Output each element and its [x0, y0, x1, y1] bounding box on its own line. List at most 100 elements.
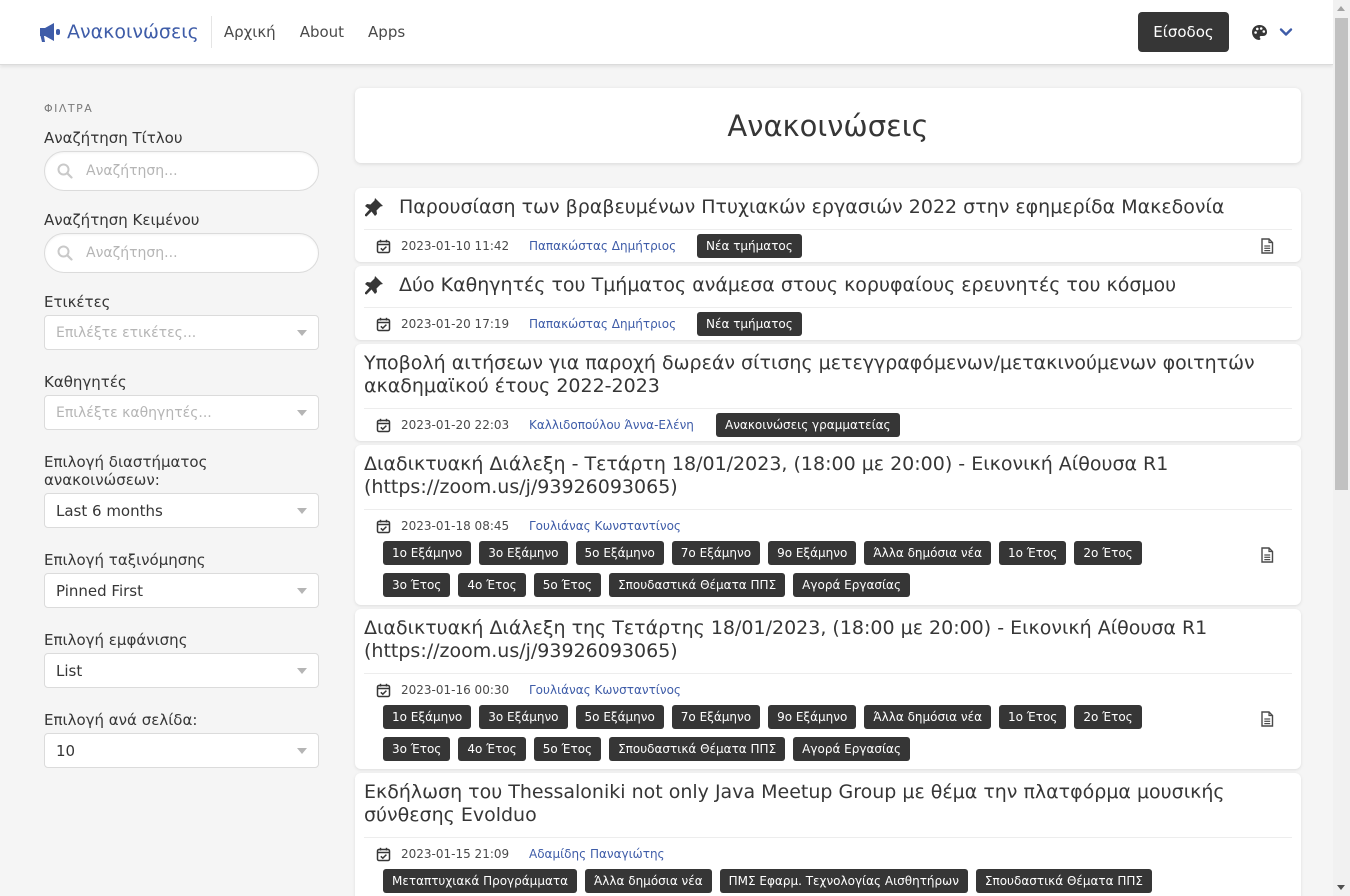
document-icon[interactable] [1260, 547, 1274, 563]
tag-badge[interactable]: Μεταπτυχιακά Προγράμματα [383, 869, 577, 893]
tag-badge[interactable]: 1ο Εξάμηνο [383, 541, 472, 565]
announcement-author[interactable]: Αδαμίδης Παναγιώτης [529, 847, 665, 861]
tag-badge[interactable]: Άλλα δημόσια νέα [585, 869, 712, 893]
period-label: Επιλογή διαστήματος ανακοινώσεων: [44, 453, 208, 489]
text-search-label: Αναζήτηση Κειμένου [44, 211, 200, 229]
announcement-meta: 2023-01-20 22:03 Καλλιδοπούλου Άννα-Ελένη… [364, 408, 1292, 441]
tag-badge[interactable]: Σπουδαστικά Θέματα ΠΠΣ [609, 573, 786, 597]
announcement-author[interactable]: Παπακώστας Δημήτριος [529, 239, 697, 253]
announcement-date: 2023-01-10 11:42 [401, 239, 510, 253]
scroll-up-arrow-icon[interactable] [1337, 6, 1345, 11]
tag-badge[interactable]: ΠΜΣ Εφαρμ. Τεχνολογίας Αισθητήρων [719, 869, 968, 893]
tag-badge[interactable]: 1ο Εξάμηνο [383, 705, 472, 729]
calendar-check-icon [376, 418, 391, 432]
tag-badge[interactable]: 3ο Εξάμηνο [479, 541, 568, 565]
text-search-input[interactable] [86, 245, 286, 261]
tags-select[interactable]: Επιλέξτε ετικέτες... [44, 315, 319, 350]
tag-badge[interactable]: 5ο Εξάμηνο [575, 705, 664, 729]
announcement-title[interactable]: Δύο Καθηγητές του Τμήματος ανάμεσα στους… [399, 274, 1292, 297]
page-title-card: Ανακοινώσεις [355, 88, 1301, 163]
tag-badge[interactable]: 3ο Εξάμηνο [479, 705, 568, 729]
announcement-card[interactable]: Παρουσίαση των βραβευμένων Πτυχιακών εργ… [355, 188, 1301, 262]
tag-badge[interactable]: 5ο Έτος [533, 573, 602, 597]
tag-badge[interactable]: Νέα τμήματος [697, 234, 802, 258]
tag-badge[interactable]: 2ο Έτος [1074, 541, 1142, 565]
tag-badge[interactable]: 5ο Εξάμηνο [575, 541, 664, 565]
announcement-title-row: Διαδικτυακή Διάλεξη της Τετάρτης 18/01/2… [364, 617, 1292, 663]
palette-icon [1252, 24, 1267, 40]
tag-badge[interactable]: Σπουδαστικά Θέματα ΠΠΣ [609, 737, 786, 761]
title-search-field[interactable] [44, 151, 319, 191]
tag-badge[interactable]: 2ο Έτος [1074, 705, 1142, 729]
nav-link-about[interactable]: About [300, 23, 344, 41]
tag-badge[interactable]: Άλλα δημόσια νέα [864, 705, 991, 729]
display-select[interactable]: List [44, 653, 319, 688]
announcement-title[interactable]: Παρουσίαση των βραβευμένων Πτυχιακών εργ… [399, 196, 1292, 219]
period-select[interactable]: Last 6 months [44, 493, 319, 528]
nav-link-apps[interactable]: Apps [368, 23, 405, 41]
tag-badge[interactable]: 3ο Έτος [383, 737, 451, 761]
tag-badge[interactable]: Σπουδαστικά Θέματα ΠΠΣ [975, 869, 1152, 893]
announcement-title[interactable]: Υποβολή αιτήσεων για παροχή δωρεάν σίτισ… [364, 352, 1292, 398]
theme-dropdown[interactable] [1251, 24, 1293, 41]
tag-badge[interactable]: 1ο Έτος [998, 541, 1067, 565]
tag-badge[interactable]: 1ο Έτος [998, 705, 1067, 729]
calendar-check-icon [376, 847, 391, 861]
tag-badge[interactable]: Αγορά Εργασίας [793, 573, 910, 597]
announcement-meta-row: 2023-01-18 08:45 Γουλιάνας Κωνσταντίνος [376, 514, 1292, 538]
document-icon[interactable] [1260, 238, 1274, 254]
tag-badge[interactable]: Άλλα δημόσια νέα [864, 541, 991, 565]
tag-badge[interactable]: 7ο Εξάμηνο [671, 705, 761, 729]
announcement-title[interactable]: Διαδικτυακή Διάλεξη της Τετάρτης 18/01/2… [364, 617, 1292, 663]
tag-badge[interactable]: Ανακοινώσεις γραμματείας [716, 413, 900, 437]
caret-down-icon [297, 667, 307, 674]
search-icon [57, 245, 73, 261]
announcement-card[interactable]: Διαδικτυακή Διάλεξη της Τετάρτης 18/01/2… [355, 609, 1301, 769]
announcement-date: 2023-01-18 08:45 [401, 519, 510, 533]
announcement-title-row: Δύο Καθηγητές του Τμήματος ανάμεσα στους… [364, 274, 1292, 297]
announcement-title-row: Διαδικτυακή Διάλεξη - Τετάρτη 18/01/2023… [364, 453, 1292, 499]
tag-badge[interactable]: 4ο Έτος [458, 573, 526, 597]
announcement-meta: 2023-01-16 00:30 Γουλιάνας Κωνσταντίνος 1ο… [364, 673, 1292, 769]
page-scrollbar[interactable] [1333, 0, 1350, 896]
sort-select[interactable]: Pinned First [44, 573, 319, 608]
display-value: List [56, 661, 83, 680]
tag-badge[interactable]: Αγορά Εργασίας [793, 737, 910, 761]
announcement-author[interactable]: Καλλιδοπούλου Άννα-Ελένη [529, 418, 716, 432]
announcement-author[interactable]: Γουλιάνας Κωνσταντίνος [529, 519, 681, 533]
login-button[interactable]: Είσοδος [1138, 12, 1229, 52]
megaphone-icon [40, 23, 60, 42]
tag-badge[interactable]: 3ο Έτος [383, 573, 451, 597]
announcement-date: 2023-01-20 17:19 [401, 317, 510, 331]
page-title: Ανακοινώσεις [727, 108, 929, 143]
announcement-card[interactable]: Δύο Καθηγητές του Τμήματος ανάμεσα στους… [355, 266, 1301, 340]
tag-list: Μεταπτυχιακά Προγράμματα Άλλα δημόσια νέα… [376, 869, 1156, 896]
announcement-title[interactable]: Διαδικτυακή Διάλεξη - Τετάρτη 18/01/2023… [364, 453, 1292, 499]
announcement-card[interactable]: Διαδικτυακή Διάλεξη - Τετάρτη 18/01/2023… [355, 445, 1301, 605]
announcement-author[interactable]: Γουλιάνας Κωνσταντίνος [529, 683, 681, 697]
tag-badge[interactable]: 9ο Εξάμηνο [768, 705, 857, 729]
tag-badge[interactable]: 7ο Εξάμηνο [671, 541, 761, 565]
announcement-author[interactable]: Παπακώστας Δημήτριος [529, 317, 697, 331]
text-search-field[interactable] [44, 233, 319, 273]
scrollbar-thumb[interactable] [1335, 18, 1348, 490]
announcements-main: Ανακοινώσεις Παρουσίαση των βραβευμένων … [355, 88, 1301, 896]
announcement-date: 2023-01-16 00:30 [401, 683, 510, 697]
tag-badge[interactable]: 4ο Έτος [458, 737, 526, 761]
title-search-input[interactable] [86, 163, 286, 179]
scroll-down-arrow-icon[interactable] [1337, 885, 1345, 890]
professors-select[interactable]: Επιλέξτε καθηγητές... [44, 395, 319, 430]
tag-badge[interactable]: 5ο Έτος [533, 737, 602, 761]
announcement-card[interactable]: Υποβολή αιτήσεων για παροχή δωρεάν σίτισ… [355, 344, 1301, 441]
tag-badge[interactable]: 9ο Εξάμηνο [768, 541, 857, 565]
calendar-check-icon [376, 519, 391, 533]
nav-link-home[interactable]: Αρχική [224, 23, 276, 41]
announcement-card[interactable]: Εκδήλωση του Thessaloniki not only Java … [355, 773, 1301, 896]
period-value: Last 6 months [56, 501, 163, 520]
document-icon[interactable] [1260, 711, 1274, 727]
announcement-title[interactable]: Εκδήλωση του Thessaloniki not only Java … [364, 781, 1292, 827]
tag-badge[interactable]: Νέα τμήματος [697, 312, 802, 336]
per-page-select[interactable]: 10 [44, 733, 319, 768]
per-page-label: Επιλογή ανά σελίδα: [44, 711, 198, 729]
brand-link[interactable]: Ανακοινώσεις [0, 16, 212, 48]
